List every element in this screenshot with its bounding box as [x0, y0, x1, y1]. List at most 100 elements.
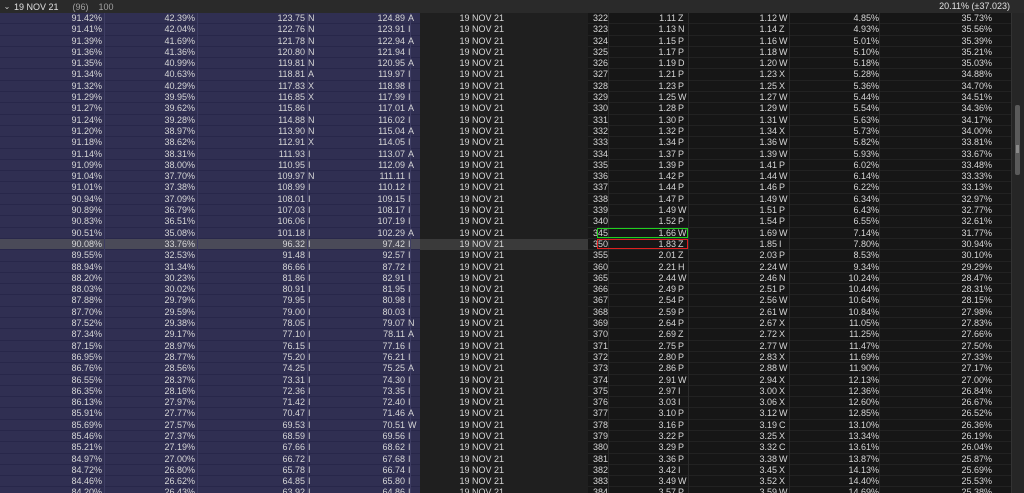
table-row[interactable]: 87.52% 29.38% 78.05 I 79.07 N 19 NOV 21 369 2.64… [0, 318, 1012, 330]
cell-b: 102.29 [377, 227, 405, 238]
table-row[interactable]: 90.89% 36.79% 107.03 I 108.17 I 19 NOV 21 339 1.… [0, 205, 1012, 217]
cell-date: 19 NOV 21 [459, 227, 504, 238]
cell-b: 71.46 [382, 408, 405, 419]
table-row[interactable]: 91.39% 41.69% 121.78 N 122.94 A 19 NOV 21 324 1.… [0, 35, 1012, 47]
cell-date: 19 NOV 21 [459, 408, 504, 419]
table-row[interactable]: 91.14% 38.31% 111.93 I 113.07 A 19 NOV 21 334 1.… [0, 148, 1012, 160]
cell-date: 19 NOV 21 [459, 487, 504, 493]
table-row[interactable]: 91.09% 38.00% 110.95 I 112.09 A 19 NOV 21 335 1.… [0, 159, 1012, 172]
table-row[interactable]: 91.35% 40.99% 119.81 N 120.95 A 19 NOV 21 326 1.… [0, 58, 1012, 70]
table-row[interactable]: 91.34% 40.63% 118.81 A 119.97 I 19 NOV 21 327 1.… [0, 69, 1012, 81]
table-row[interactable]: 87.15% 28.97% 76.15 I 77.16 I 19 NOV 21 371 2.75… [0, 340, 1012, 352]
cell-p4: 33.67% [961, 148, 992, 159]
vertical-scrollbar[interactable] [1011, 13, 1024, 493]
cell-bf: I [408, 374, 411, 385]
cell-bf: A [408, 227, 415, 238]
cell-date: 19 NOV 21 [459, 171, 504, 182]
cell-bf: A [408, 148, 415, 159]
table-row[interactable]: 89.55% 32.53% 91.48 I 92.57 I 19 NOV 21 355 2.01… [0, 250, 1012, 262]
table-row[interactable]: 91.27% 39.62% 115.86 I 117.01 A 19 NOV 21 330 1.… [0, 103, 1012, 115]
cell-bf: I [408, 80, 411, 91]
cell-date: 19 NOV 21 [459, 318, 504, 329]
cell-p4: 25.53% [961, 476, 992, 487]
table-row[interactable]: 91.18% 38.62% 112.91 X 114.05 I 19 NOV 21 333 1.… [0, 137, 1012, 149]
cell-b: 66.74 [382, 464, 405, 475]
table-row[interactable]: 88.94% 31.34% 86.66 I 87.72 I 19 NOV 21 360 2.21… [0, 261, 1012, 273]
table-row[interactable]: 86.95% 28.77% 75.20 I 76.21 I 19 NOV 21 372 2.80… [0, 351, 1012, 364]
cell-p4: 34.51% [961, 92, 992, 103]
table-row[interactable]: 91.20% 38.97% 113.90 N 115.04 A 19 NOV 21 332 1.… [0, 125, 1012, 138]
cell-b: 97.42 [382, 238, 405, 249]
cell-bf: I [408, 69, 411, 80]
cell-p4: 34.36% [961, 103, 992, 114]
cell-bf: I [408, 306, 411, 317]
scrollbar-thumb[interactable] [1015, 105, 1020, 175]
table-row[interactable]: 90.08% 33.76% 96.32 I 97.42 I 19 NOV 21 350 1.83… [0, 238, 1012, 251]
table-row[interactable]: 86.76% 28.56% 74.25 I 75.25 A 19 NOV 21 373 2.86… [0, 363, 1012, 375]
table-row[interactable]: 87.70% 29.59% 79.00 I 80.03 I 19 NOV 21 368 2.59… [0, 306, 1012, 319]
table-row[interactable]: 91.24% 39.28% 114.88 N 116.02 I 19 NOV 21 331 1.… [0, 114, 1012, 126]
table-row[interactable]: 86.55% 28.37% 73.31 I 74.30 I 19 NOV 21 374 2.91… [0, 374, 1012, 386]
cell-bf: I [408, 351, 411, 362]
cell-b: 112.09 [378, 159, 405, 170]
cell-bf: I [408, 205, 411, 216]
cell-bf: A [408, 35, 415, 46]
cell-date: 19 NOV 21 [459, 430, 504, 441]
table-row[interactable]: 91.32% 40.29% 117.83 X 118.98 I 19 NOV 21 328 1.… [0, 80, 1012, 93]
cell-p4: 34.17% [961, 114, 992, 125]
cell-date: 19 NOV 21 [459, 103, 504, 114]
cell-date: 19 NOV 21 [459, 137, 504, 148]
table-row[interactable]: 91.04% 37.70% 109.97 N 111.11 I 19 NOV 21 336 1.… [0, 171, 1012, 183]
table-row[interactable]: 90.83% 36.51% 106.06 I 107.19 I 19 NOV 21 340 1.… [0, 216, 1012, 228]
cell-date: 19 NOV 21 [459, 261, 504, 272]
table-row[interactable]: 85.69% 27.57% 69.53 I 70.51 W 19 NOV 21 378 3.16… [0, 419, 1012, 431]
cell-bf: I [408, 137, 411, 148]
cell-b: 124.89 [377, 13, 405, 23]
cell-date: 19 NOV 21 [459, 363, 504, 374]
table-row[interactable]: 85.91% 27.77% 70.47 I 71.46 A 19 NOV 21 377 3.10… [0, 408, 1012, 420]
table-row[interactable]: 87.34% 29.17% 77.10 I 78.11 A 19 NOV 21 370 2.69… [0, 329, 1012, 341]
cell-date: 19 NOV 21 [459, 453, 504, 464]
cell-p4: 27.83% [961, 318, 992, 329]
cell-date: 19 NOV 21 [459, 80, 504, 91]
cell-p4: 33.13% [961, 182, 992, 193]
table-row[interactable]: 84.72% 26.80% 65.78 I 66.74 I 19 NOV 21 382 3.42… [0, 464, 1012, 477]
cell-bf: I [408, 476, 411, 487]
cell-bf: I [408, 24, 411, 35]
cell-b: 70.51 [382, 419, 405, 430]
cell-date: 19 NOV 21 [459, 182, 504, 193]
table-row[interactable]: 90.51% 35.08% 101.18 I 102.29 A 19 NOV 21 345 1.… [0, 227, 1012, 239]
cell-p4: 33.33% [961, 171, 992, 182]
table-row[interactable]: 91.36% 41.36% 120.80 N 121.94 I 19 NOV 21 325 1.… [0, 46, 1012, 59]
cell-bf: I [408, 464, 411, 475]
table-row[interactable]: 91.29% 39.95% 116.85 X 117.99 I 19 NOV 21 329 1.… [0, 92, 1012, 104]
group-date[interactable]: 19 NOV 21 [14, 2, 59, 12]
cell-p4: 26.52% [961, 408, 992, 419]
table-row[interactable]: 84.20% 26.43% 63.92 I 64.86 I 19 NOV 21 384 3.57… [0, 487, 1012, 493]
table-row[interactable]: 85.46% 27.37% 68.59 I 69.56 I 19 NOV 21 379 3.22… [0, 430, 1012, 443]
cell-p4: 32.77% [961, 205, 992, 216]
table-row[interactable]: 91.42% 42.39% 123.75 N 124.89 A 19 NOV 21 322 1.… [0, 13, 1012, 25]
cell-bf: I [408, 295, 411, 306]
table-row[interactable]: 87.88% 29.79% 79.95 I 80.98 I 19 NOV 21 367 2.54… [0, 295, 1012, 307]
cell-b: 80.03 [382, 306, 405, 317]
table-row[interactable]: 86.35% 28.16% 72.36 I 73.35 I 19 NOV 21 375 2.97… [0, 385, 1012, 398]
cell-b: 123.91 [377, 24, 405, 35]
table-row[interactable]: 91.01% 37.38% 108.99 I 110.12 I 19 NOV 21 337 1.… [0, 182, 1012, 194]
cell-bf: I [408, 114, 411, 125]
cell-p4: 27.17% [961, 363, 992, 374]
table-row[interactable]: 86.13% 27.97% 71.42 I 72.40 I 19 NOV 21 376 3.03… [0, 397, 1012, 409]
table-row[interactable]: 88.03% 30.02% 80.91 I 81.95 I 19 NOV 21 366 2.49… [0, 284, 1012, 296]
chevron-down-icon[interactable]: ⌄ [2, 2, 12, 11]
cell-date: 19 NOV 21 [459, 476, 504, 487]
table-row[interactable]: 88.20% 30.23% 81.86 I 82.91 I 19 NOV 21 365 2.44… [0, 272, 1012, 285]
table-row[interactable]: 84.97% 27.00% 66.72 I 67.68 I 19 NOV 21 381 3.36… [0, 453, 1012, 465]
table-row[interactable]: 85.21% 27.19% 67.66 I 68.62 I 19 NOV 21 380 3.29… [0, 442, 1012, 454]
cell-b: 82.91 [382, 272, 405, 283]
table-row[interactable]: 84.46% 26.62% 64.85 I 65.80 I 19 NOV 21 383 3.49… [0, 476, 1012, 488]
table-row[interactable]: 91.41% 42.04% 122.76 N 123.91 I 19 NOV 21 323 1.… [0, 24, 1012, 36]
data-grid: 91.42% 42.39% 123.75 N 124.89 A 19 NOV 21 322 1.… [0, 13, 1012, 493]
cell-p4: 26.04% [961, 442, 992, 453]
cell-p4: 25.87% [961, 453, 992, 464]
table-row[interactable]: 90.94% 37.09% 108.01 I 109.15 I 19 NOV 21 338 1.… [0, 193, 1012, 206]
